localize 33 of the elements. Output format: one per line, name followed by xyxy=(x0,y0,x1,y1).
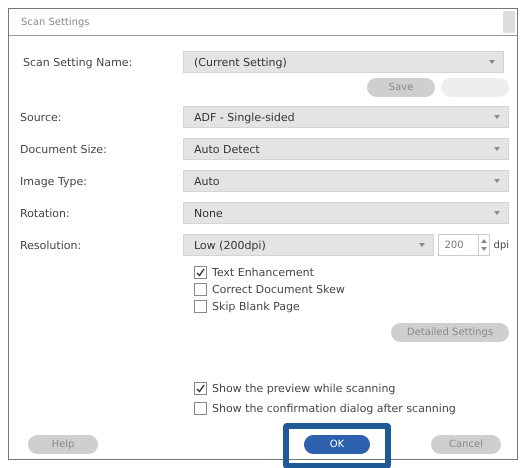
number-field[interactable]: 200 xyxy=(438,234,490,256)
checkbox[interactable] xyxy=(194,282,207,296)
checkbox[interactable] xyxy=(194,300,207,312)
checkbox-option[interactable]: Show the preview while scanning xyxy=(194,381,509,395)
caret-icon xyxy=(494,179,500,183)
unit-label: dpi xyxy=(494,240,509,250)
checkbox[interactable] xyxy=(194,402,207,414)
checkbox-option[interactable]: Text Enhancement xyxy=(194,265,509,279)
field-label: Resolution: xyxy=(20,238,82,252)
field-label: Image Type: xyxy=(20,174,88,188)
field-label: Rotation: xyxy=(20,206,71,220)
checkbox-option[interactable]: Skip Blank Page xyxy=(194,299,509,313)
dropdown[interactable]: ADF - Single-sided xyxy=(183,106,509,128)
dropdown[interactable]: (Current Setting) xyxy=(183,51,504,73)
field-label: Source: xyxy=(20,110,62,124)
caret-icon xyxy=(494,115,500,119)
dropdown[interactable]: Auto xyxy=(183,170,509,192)
checkbox[interactable] xyxy=(194,382,207,394)
spinner-icon[interactable] xyxy=(478,235,489,255)
caret-icon xyxy=(489,60,495,64)
field-label: Scan Setting Name: xyxy=(22,56,134,68)
checkbox-option[interactable]: Show the confirmation dialog after scanning xyxy=(194,401,509,415)
caret-icon xyxy=(494,147,500,151)
window-title: Scan Settings xyxy=(21,16,90,28)
ok-button[interactable]: OK xyxy=(304,435,370,454)
checkbox[interactable] xyxy=(194,266,207,278)
checkbox-option[interactable]: Correct Document Skew xyxy=(194,282,509,296)
dropdown[interactable]: None xyxy=(183,202,509,224)
caret-icon xyxy=(494,211,500,215)
caret-icon xyxy=(418,243,425,247)
field-label: Document Size: xyxy=(20,142,108,156)
dropdown[interactable]: Auto Detect xyxy=(183,138,509,160)
dropdown[interactable]: Low (200dpi) xyxy=(183,234,434,256)
